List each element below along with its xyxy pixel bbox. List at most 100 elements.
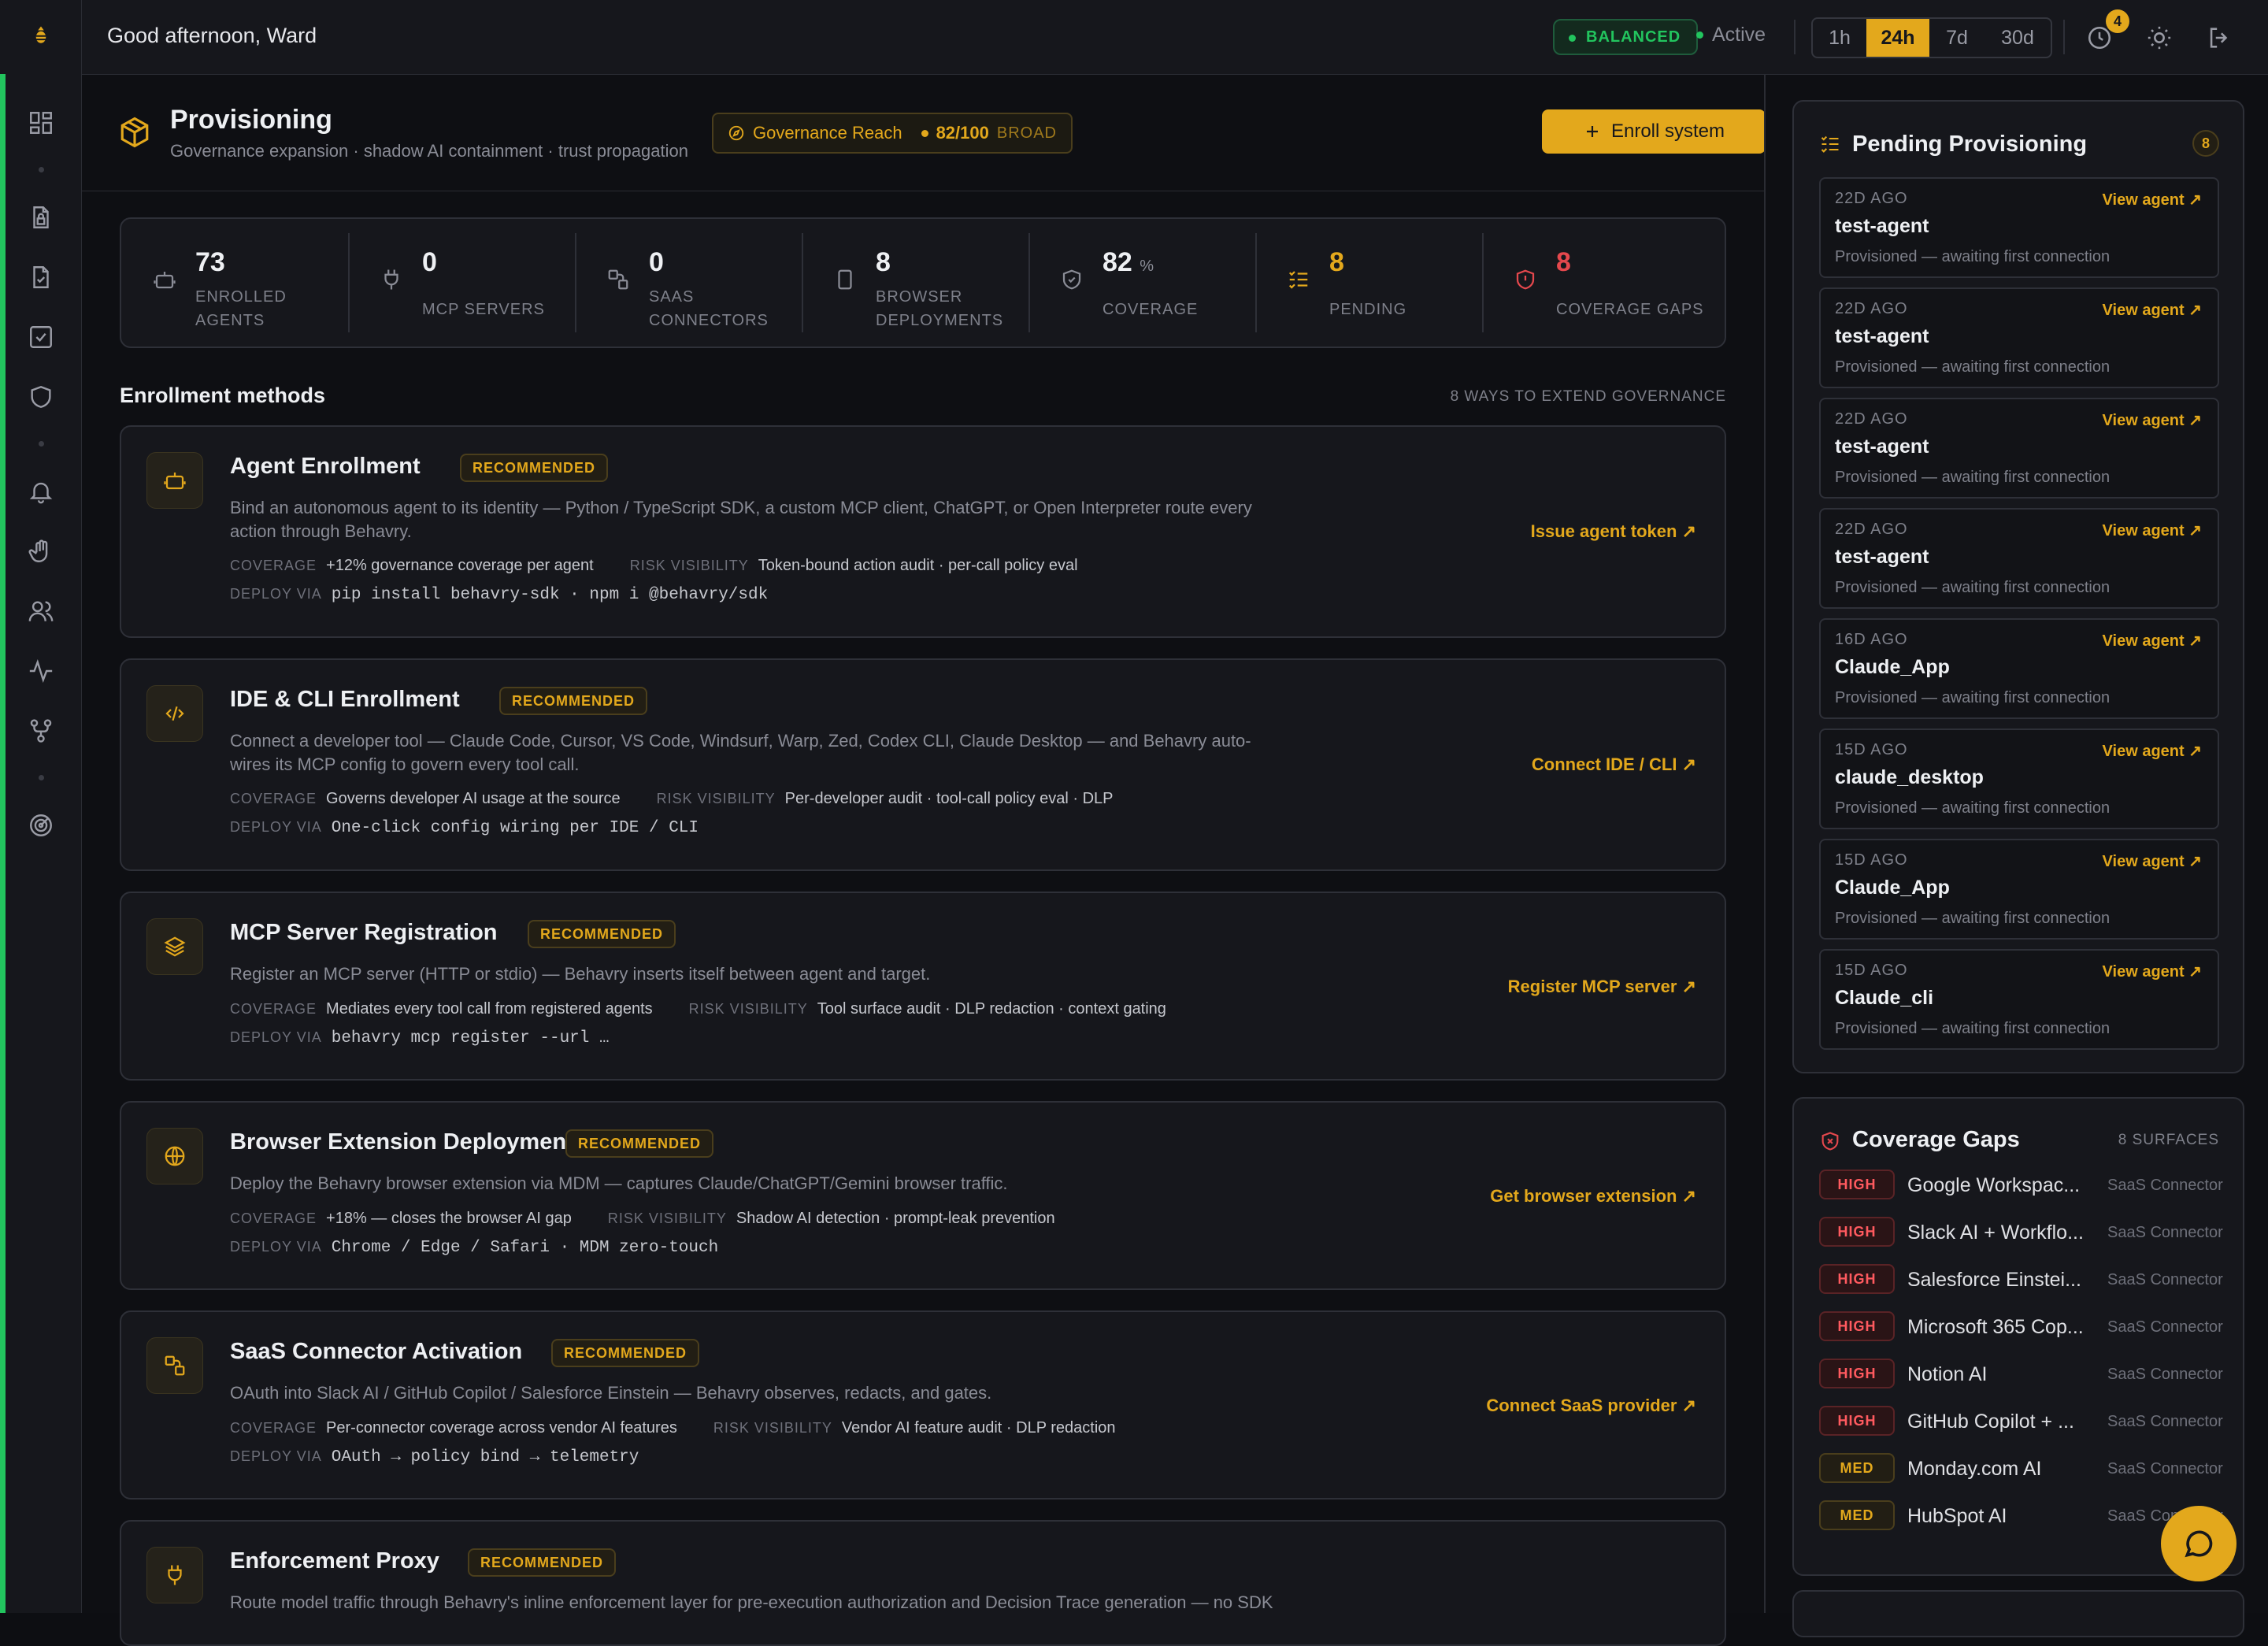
coverage-gap-row[interactable]: HIGH Google Workspac... SaaS Connector <box>1819 1170 2223 1201</box>
pending-item[interactable]: 15D AGO View agent ↗ Claude_cli Provisioned… <box>1819 949 2219 1050</box>
shield-check-icon <box>1060 268 1084 295</box>
coverage-gap-row[interactable]: HIGH Salesforce Einstei... SaaS Connector <box>1819 1264 2223 1296</box>
view-agent-link[interactable]: View agent ↗ <box>2103 631 2202 651</box>
gap-name: Notion AI <box>1907 1363 1988 1385</box>
connect-saas-provider-link[interactable]: Connect SaaS provider ↗ <box>1486 1396 1696 1416</box>
recommended-badge: RECOMMENDED <box>551 1339 700 1367</box>
reach-level: BROAD <box>996 124 1057 142</box>
gap-type: SaaS Connector <box>2107 1224 2223 1241</box>
pending-title: Pending Provisioning <box>1852 132 2088 157</box>
pending-item[interactable]: 22D AGO View agent ↗ test-agent Provisioned… <box>1819 287 2219 388</box>
globe-icon <box>146 1128 203 1184</box>
view-agent-link[interactable]: View agent ↗ <box>2103 962 2202 981</box>
card-title: MCP Server Registration <box>230 920 498 945</box>
severity-badge: HIGH <box>1819 1217 1895 1247</box>
pending-item[interactable]: 22D AGO View agent ↗ test-agent Provisioned… <box>1819 398 2219 499</box>
plug-icon <box>146 1547 203 1603</box>
stat-value: 73 <box>195 247 225 277</box>
view-agent-link[interactable]: View agent ↗ <box>2103 300 2202 320</box>
range-1h[interactable]: 1h <box>1813 19 1866 57</box>
workflow-icon[interactable] <box>24 714 58 748</box>
logo-icon[interactable] <box>24 19 58 54</box>
stat-coverage-gaps[interactable]: 8 COVERAGE GAPS <box>1482 219 1709 347</box>
card-description: Register an MCP server (HTTP or stdio) —… <box>230 964 931 984</box>
stat-value: 0 <box>422 247 437 277</box>
bell-icon[interactable] <box>24 474 58 509</box>
logout-icon[interactable] <box>2202 20 2236 55</box>
document-lock-icon[interactable] <box>24 200 58 235</box>
pending-item[interactable]: 15D AGO View agent ↗ claude_desktop Provisi… <box>1819 728 2219 829</box>
enrollment-card-agent[interactable]: Agent Enrollment RECOMMENDED Bind an aut… <box>120 425 1726 638</box>
stat-value: 8 <box>876 247 891 277</box>
next-panel <box>1792 1590 2244 1637</box>
connect-ide-cli-link[interactable]: Connect IDE / CLI ↗ <box>1532 754 1696 775</box>
enrollment-card-proxy[interactable]: Enforcement Proxy RECOMMENDED Route mode… <box>120 1520 1726 1646</box>
view-agent-link[interactable]: View agent ↗ <box>2103 410 2202 430</box>
document-check-icon[interactable] <box>24 260 58 295</box>
stat-value: 82 % <box>1102 247 1154 277</box>
pending-item-status: Provisioned — awaiting first connection <box>1835 1020 2110 1037</box>
enroll-system-button[interactable]: Enroll system <box>1542 109 1766 154</box>
enrollment-card-saas[interactable]: SaaS Connector Activation RECOMMENDED OA… <box>120 1310 1726 1500</box>
severity-badge: HIGH <box>1819 1264 1895 1294</box>
stat-coverage[interactable]: 82 % COVERAGE <box>1028 219 1255 347</box>
chat-button[interactable] <box>2161 1506 2236 1581</box>
view-agent-link[interactable]: View agent ↗ <box>2103 851 2202 871</box>
range-24h[interactable]: 24h <box>1866 19 1929 57</box>
stat-mcp-servers[interactable]: 0 MCP SERVERS <box>348 219 575 347</box>
issue-agent-token-link[interactable]: Issue agent token ↗ <box>1531 521 1696 542</box>
coverage-gap-row[interactable]: MED Monday.com AI SaaS Connector <box>1819 1453 2223 1485</box>
recommended-badge: RECOMMENDED <box>528 920 676 948</box>
get-browser-extension-link[interactable]: Get browser extension ↗ <box>1490 1186 1696 1207</box>
range-30d[interactable]: 30d <box>1984 19 2051 57</box>
enrollment-card-ide-cli[interactable]: IDE & CLI Enrollment RECOMMENDED Connect… <box>120 658 1726 871</box>
sun-icon[interactable] <box>2142 20 2177 55</box>
pending-item-age: 16D AGO <box>1835 631 1908 648</box>
enrollment-card-mcp[interactable]: MCP Server Registration RECOMMENDED Regi… <box>120 892 1726 1081</box>
pending-item[interactable]: 16D AGO View agent ↗ Claude_App Provisioned… <box>1819 618 2219 719</box>
pending-item-age: 15D AGO <box>1835 851 1908 869</box>
radar-icon[interactable] <box>24 808 58 843</box>
coverage-gap-row[interactable]: HIGH Slack AI + Workflo... SaaS Connector <box>1819 1217 2223 1248</box>
pending-item[interactable]: 15D AGO View agent ↗ Claude_App Provisioned… <box>1819 839 2219 940</box>
view-agent-link[interactable]: View agent ↗ <box>2103 190 2202 209</box>
governance-reach-badge[interactable]: Governance Reach 82/100 BROAD <box>712 113 1073 154</box>
stat-value: 8 <box>1556 247 1571 277</box>
stat-enrolled-agents[interactable]: 73 ENROLLED AGENTS <box>121 219 348 347</box>
mode-badge[interactable]: BALANCED <box>1553 19 1699 55</box>
greeting: Good afternoon, Ward <box>107 24 317 47</box>
pending-item-status: Provisioned — awaiting first connection <box>1835 579 2110 596</box>
pending-item[interactable]: 22D AGO View agent ↗ test-agent Provisioned… <box>1819 177 2219 278</box>
coverage-gap-row[interactable]: HIGH Microsoft 365 Cop... SaaS Connector <box>1819 1311 2223 1343</box>
enrollment-card-browser[interactable]: Browser Extension Deployment RECOMMENDED… <box>120 1101 1726 1290</box>
dashboard-icon[interactable] <box>24 106 58 140</box>
stat-saas-connectors[interactable]: 0 SAAS CONNECTORS <box>575 219 802 347</box>
gap-type: SaaS Connector <box>2107 1413 2223 1430</box>
time-range-selector[interactable]: 1h 24h 7d 30d <box>1811 17 2052 58</box>
shield-icon[interactable] <box>24 380 58 414</box>
card-title: IDE & CLI Enrollment <box>230 687 460 712</box>
card-deploy: DEPLOY VIA pip install behavry-sdk · npm … <box>230 586 769 604</box>
pending-item-age: 22D AGO <box>1835 300 1908 317</box>
gap-name: Google Workspac... <box>1907 1174 2081 1196</box>
coverage-gap-row[interactable]: MED HubSpot AI SaaS Connector <box>1819 1500 2223 1532</box>
activity-icon[interactable] <box>24 654 58 688</box>
pending-item-status: Provisioned — awaiting first connection <box>1835 689 2110 706</box>
hand-stop-icon[interactable] <box>24 534 58 569</box>
stat-browser-deployments[interactable]: 8 BROWSER DEPLOYMENTS <box>802 219 1028 347</box>
browser-icon <box>833 268 857 295</box>
stat-pending[interactable]: 8 PENDING <box>1255 219 1482 347</box>
connector-icon <box>606 268 630 295</box>
shield-alert-icon <box>1819 1130 1841 1156</box>
range-7d[interactable]: 7d <box>1929 19 1984 57</box>
coverage-gap-row[interactable]: HIGH GitHub Copilot + ... SaaS Connector <box>1819 1406 2223 1437</box>
view-agent-link[interactable]: View agent ↗ <box>2103 521 2202 540</box>
register-mcp-server-link[interactable]: Register MCP server ↗ <box>1508 977 1696 997</box>
card-description: Connect a developer tool — Claude Code, … <box>230 731 1251 774</box>
view-agent-link[interactable]: View agent ↗ <box>2103 741 2202 761</box>
coverage-gap-row[interactable]: HIGH Notion AI SaaS Connector <box>1819 1359 2223 1390</box>
pending-item[interactable]: 22D AGO View agent ↗ test-agent Provisioned… <box>1819 508 2219 609</box>
pending-item-name: test-agent <box>1835 546 1929 568</box>
users-icon[interactable] <box>24 594 58 628</box>
checkbox-icon[interactable] <box>24 320 58 354</box>
